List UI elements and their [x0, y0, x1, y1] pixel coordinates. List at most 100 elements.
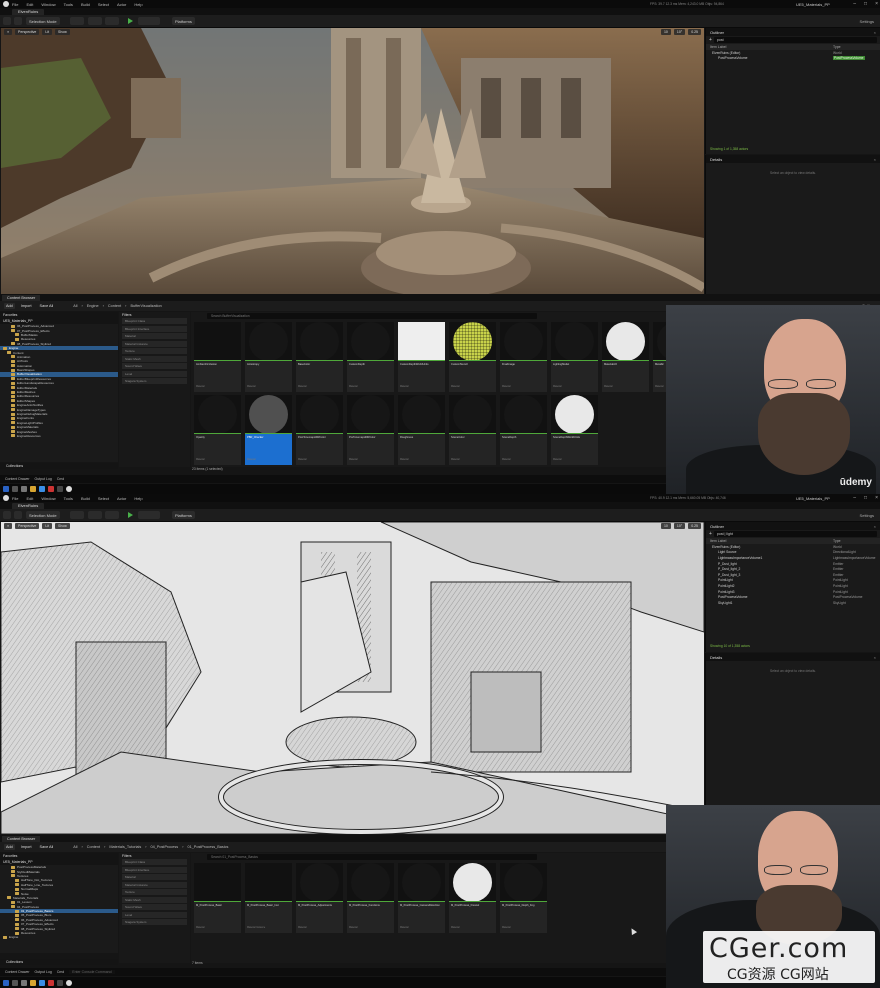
- add-button[interactable]: Add: [4, 844, 15, 850]
- outliner-search-input[interactable]: post | light: [713, 531, 877, 537]
- menu-build[interactable]: Build: [81, 2, 90, 7]
- asset-tile[interactable]: SceneColor Material: [449, 395, 496, 465]
- filter-button[interactable]: Material: [122, 333, 187, 339]
- folder-tree-item[interactable]: EngineResources: [0, 434, 118, 438]
- maximize-icon[interactable]: □: [864, 1, 867, 7]
- angle-snap-value[interactable]: 10°: [673, 29, 686, 35]
- asset-tile[interactable]: AmbientOcclusion Material: [194, 322, 241, 392]
- settings-button[interactable]: Settings: [860, 513, 874, 518]
- asset-tile[interactable]: SceneDepth Material: [500, 395, 547, 465]
- filter-button[interactable]: Blueprint Interface: [122, 325, 187, 332]
- collections-header[interactable]: Collections: [0, 959, 118, 965]
- col-type[interactable]: Type: [833, 539, 841, 543]
- play-icon[interactable]: [128, 512, 133, 518]
- add-actor-icon[interactable]: [70, 17, 84, 25]
- menu-file[interactable]: File: [12, 2, 18, 7]
- platforms-button[interactable]: Platforms: [172, 17, 195, 25]
- breadcrumb-item[interactable]: Content: [108, 304, 121, 308]
- save-all-button[interactable]: Save All: [38, 303, 56, 309]
- breadcrumb-item[interactable]: All: [73, 304, 77, 308]
- search-icon[interactable]: [12, 979, 18, 986]
- asset-tile[interactable]: M_PostProcess_Functions Material: [347, 863, 394, 933]
- browser-icon[interactable]: [39, 979, 45, 986]
- blueprint-icon[interactable]: [88, 17, 102, 25]
- close-icon[interactable]: ×: [874, 655, 876, 660]
- content-drawer-button[interactable]: Content Drawer: [5, 477, 30, 481]
- filter-button[interactable]: Level: [122, 370, 187, 377]
- level-viewport[interactable]: ≡ Perspective Lit Show 10 10° 0.25: [1, 522, 704, 834]
- filter-button[interactable]: Texture: [122, 889, 187, 895]
- close-icon[interactable]: ×: [875, 495, 878, 501]
- filter-button[interactable]: Static Mesh: [122, 896, 187, 903]
- asset-tile[interactable]: FinalImage Material: [500, 322, 547, 392]
- settings-button[interactable]: Settings: [860, 19, 874, 24]
- save-all-button[interactable]: Save All: [38, 844, 56, 850]
- selection-mode-button[interactable]: Selection Mode: [26, 17, 60, 25]
- import-button[interactable]: Import: [19, 303, 34, 309]
- save-icon[interactable]: [3, 511, 11, 519]
- angle-snap-value[interactable]: 10°: [673, 523, 686, 529]
- close-icon[interactable]: ×: [874, 157, 876, 162]
- asset-tile[interactable]: Opacity Material: [194, 395, 241, 465]
- filter-button[interactable]: Sound Wave: [122, 904, 187, 910]
- col-item-label[interactable]: Item Label: [710, 45, 726, 49]
- play-options-icon[interactable]: [138, 511, 160, 519]
- perspective-button[interactable]: Perspective: [15, 29, 40, 35]
- outliner-search-input[interactable]: post: [713, 37, 877, 43]
- asset-tile[interactable]: M_PostProcess_Depth_Fog Material: [500, 863, 547, 933]
- menu-tools[interactable]: Tools: [64, 496, 73, 501]
- close-icon[interactable]: ×: [874, 524, 876, 529]
- scale-snap-value[interactable]: 0.25: [688, 29, 701, 35]
- breadcrumb-item[interactable]: All: [73, 845, 77, 849]
- play-options-icon[interactable]: [138, 17, 160, 25]
- breadcrumb-item[interactable]: Materials_Tutorials: [109, 845, 141, 849]
- filter-button[interactable]: Texture: [122, 348, 187, 354]
- asset-search-input[interactable]: Search BufferVisualization: [207, 313, 537, 319]
- taskview-icon[interactable]: [21, 486, 27, 492]
- search-icon[interactable]: [12, 486, 18, 492]
- asset-tile[interactable]: CustomDepthWorldUnits Material: [398, 322, 445, 392]
- app-icon[interactable]: [57, 979, 63, 986]
- asset-tile[interactable]: M_PostProcess_Basic Material: [194, 863, 241, 933]
- asset-tile[interactable]: M_PostProcess_CameraDistortion Material: [398, 863, 445, 933]
- modes-icon[interactable]: [14, 511, 22, 519]
- breadcrumb-item[interactable]: 01_PostProcess_Basics: [187, 845, 228, 849]
- selection-mode-button[interactable]: Selection Mode: [26, 511, 60, 519]
- filter-button[interactable]: Material Instance: [122, 881, 187, 888]
- filter-button[interactable]: Sound Wave: [122, 363, 187, 369]
- outliner-row[interactable]: PostProcessVolume PostProcessVolume: [706, 56, 880, 62]
- content-drawer-button[interactable]: Content Drawer: [5, 970, 30, 974]
- menu-select[interactable]: Select: [98, 2, 109, 7]
- asset-tile[interactable]: CustomStencil Material: [449, 322, 496, 392]
- asset-tile[interactable]: M_PostProcess_Basic_Inst Material Instanc…: [245, 863, 292, 933]
- breadcrumb-item[interactable]: BufferVisualization: [130, 304, 161, 308]
- show-button[interactable]: Show: [55, 523, 70, 529]
- asset-tile[interactable]: CustomDepth Material: [347, 322, 394, 392]
- modes-icon[interactable]: [14, 17, 22, 25]
- collections-header[interactable]: Collections: [0, 463, 118, 469]
- menu-file[interactable]: File: [12, 496, 18, 501]
- breadcrumb-item[interactable]: 04_PostProcess: [151, 845, 179, 849]
- asset-tile[interactable]: M_PostProcess_Adjustments Material: [296, 863, 343, 933]
- grid-snap-value[interactable]: 10: [660, 29, 671, 35]
- app-icon[interactable]: [57, 486, 63, 492]
- breadcrumb-item[interactable]: Engine: [87, 304, 99, 308]
- asset-tile[interactable]: Anisotropy Material: [245, 322, 292, 392]
- filter-button[interactable]: Material Instance: [122, 340, 187, 347]
- menu-edit[interactable]: Edit: [26, 496, 33, 501]
- app-icon[interactable]: [48, 979, 54, 986]
- cinematics-icon[interactable]: [105, 511, 119, 519]
- asset-search-input[interactable]: Search 01_PostProcess_Basics: [207, 854, 537, 860]
- menu-actor[interactable]: Actor: [117, 496, 126, 501]
- filter-button[interactable]: Blueprint Class: [122, 318, 187, 324]
- maximize-icon[interactable]: □: [864, 495, 867, 501]
- minimize-icon[interactable]: –: [853, 1, 856, 7]
- asset-tile[interactable]: PreTonemapHDRColor Material: [347, 395, 394, 465]
- filter-button[interactable]: Level: [122, 911, 187, 918]
- import-button[interactable]: Import: [19, 844, 34, 850]
- filter-button[interactable]: Niagara System: [122, 378, 187, 384]
- level-viewport[interactable]: ≡ Perspective Lit Show 10 10° 0.25: [1, 28, 704, 294]
- add-button[interactable]: Add: [4, 303, 15, 309]
- browser-icon[interactable]: [39, 486, 45, 492]
- menu-build[interactable]: Build: [81, 496, 90, 501]
